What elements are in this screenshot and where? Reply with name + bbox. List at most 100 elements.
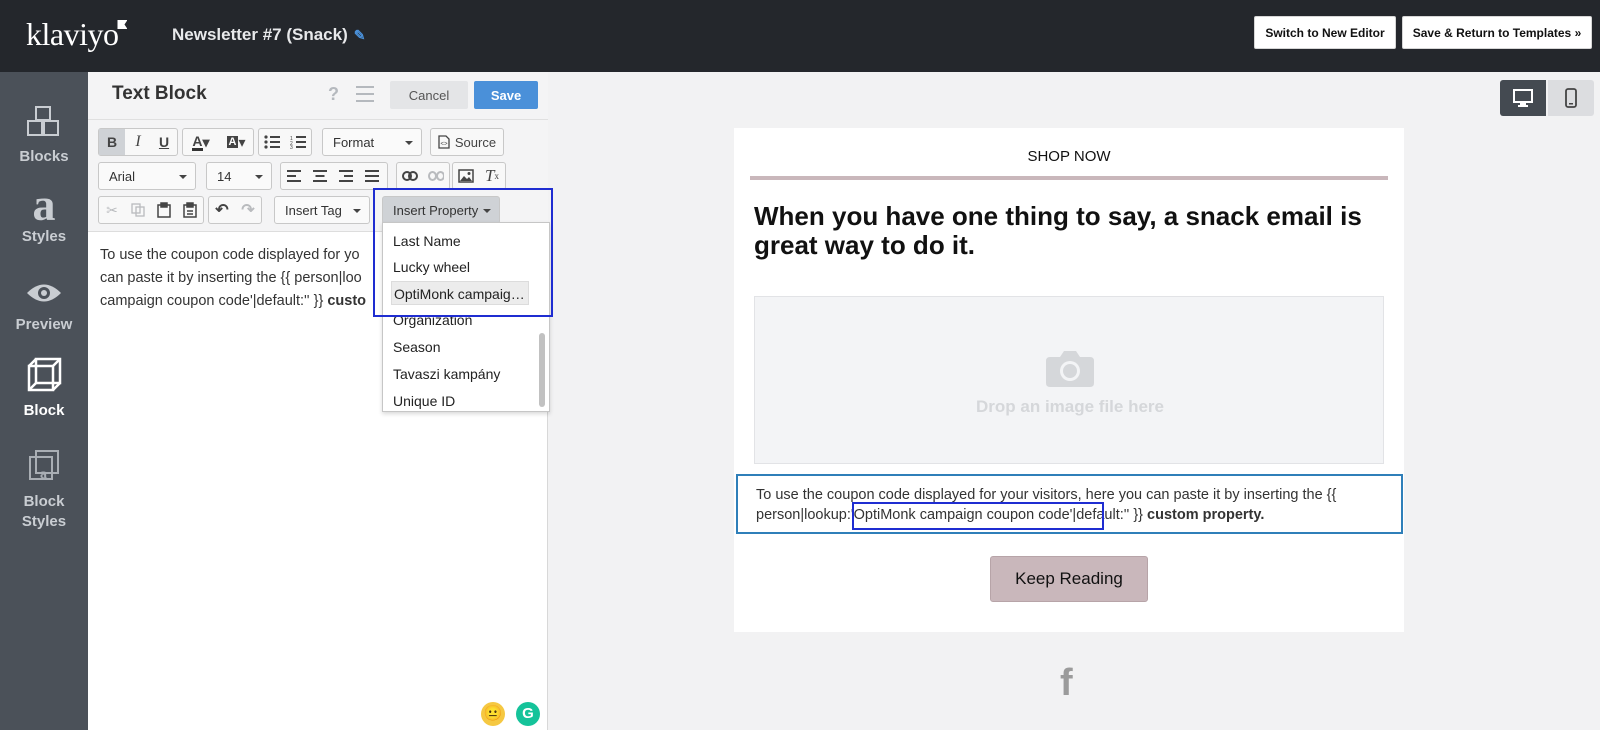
- emoji-icon[interactable]: 😐: [481, 702, 505, 726]
- email-headline[interactable]: When you have one thing to say, a snack …: [754, 202, 1384, 260]
- italic-icon[interactable]: I: [125, 129, 151, 155]
- keep-reading-button[interactable]: Keep Reading: [990, 556, 1148, 602]
- bulleted-list-icon[interactable]: [259, 129, 285, 155]
- font-family-select[interactable]: Arial: [98, 162, 196, 190]
- source-group: <> Source: [430, 128, 504, 156]
- source-label: Source: [454, 134, 497, 150]
- text-block-content: To use the coupon code displayed for you…: [756, 485, 1396, 525]
- nav-label-styles: Styles: [21, 228, 67, 245]
- divider: [750, 176, 1388, 180]
- unlink-icon[interactable]: [423, 163, 449, 189]
- nav-item-block[interactable]: Block: [0, 356, 88, 419]
- align-center-icon[interactable]: [307, 163, 333, 189]
- shop-now-link[interactable]: SHOP NOW: [734, 148, 1404, 165]
- cancel-button[interactable]: Cancel: [390, 81, 468, 109]
- paste-icon[interactable]: [151, 197, 177, 223]
- paste-text-icon[interactable]: [177, 197, 203, 223]
- font-size-value: 14: [217, 168, 232, 184]
- bold-icon[interactable]: B: [99, 129, 125, 155]
- nav-item-preview[interactable]: Preview: [0, 278, 88, 333]
- dropdown-item-highlighted[interactable]: OptiMonk campaign coupon code: [391, 281, 529, 305]
- cube-icon: [27, 357, 62, 392]
- insert-property-select[interactable]: Insert Property: [382, 196, 500, 224]
- blocks-icon: [27, 106, 59, 136]
- text-color-icon[interactable]: A ▾: [183, 129, 219, 155]
- menu-icon[interactable]: [356, 86, 374, 102]
- nav-item-styles[interactable]: a Styles: [0, 182, 88, 246]
- desktop-view-button[interactable]: [1500, 80, 1546, 116]
- underline-icon[interactable]: U: [151, 129, 177, 155]
- dropdown-item[interactable]: Season: [391, 335, 529, 359]
- document-title-text: Newsletter #7 (Snack): [172, 25, 348, 44]
- dropdown-scrollbar[interactable]: [539, 333, 545, 407]
- editor-body-line-3: campaign coupon code'|default:'' }} cust…: [100, 290, 400, 313]
- cut-icon[interactable]: ✂: [99, 197, 125, 223]
- selected-text-block[interactable]: To use the coupon code displayed for you…: [736, 474, 1403, 534]
- insert-tag-label: Insert Tag: [285, 202, 342, 218]
- text-block-line-2c: |default:'' }}: [1072, 507, 1148, 523]
- format-label: Format: [333, 134, 375, 150]
- nav-label-block: Block: [23, 402, 65, 419]
- block-styles-icon: a: [29, 450, 59, 482]
- clear-formatting-icon[interactable]: Tx: [479, 163, 505, 189]
- rich-text-toolbar: B I U A▾ A▾ 123 Format <> Source Arial: [88, 120, 548, 232]
- nav-label-preview: Preview: [15, 316, 73, 333]
- nav-item-block-styles[interactable]: a Block Styles: [0, 448, 88, 532]
- background-color-icon[interactable]: A ▾: [219, 129, 253, 155]
- font-family-value: Arial: [109, 168, 136, 184]
- top-bar: klaviyo Newsletter #7 (Snack) ✎ Switch to…: [0, 0, 1600, 72]
- pencil-icon[interactable]: ✎: [354, 27, 366, 44]
- insert-property-label: Insert Property: [393, 202, 479, 218]
- insert-group: Tx: [452, 162, 506, 190]
- format-select[interactable]: Format: [322, 128, 422, 156]
- logo-flag-icon: [117, 20, 128, 29]
- dropdown-item[interactable]: Tavaszi kampány: [391, 362, 529, 386]
- nav-label-blocks: Blocks: [19, 148, 69, 165]
- nav-label-block-styles: Block Styles: [21, 493, 67, 530]
- redo-icon[interactable]: ↷: [235, 197, 261, 223]
- editor-body-line-2: can paste it by inserting the {{ person|…: [100, 270, 362, 286]
- facebook-icon[interactable]: f: [1060, 662, 1073, 705]
- dropdown-item[interactable]: Last Name: [391, 229, 529, 253]
- numbered-list-icon[interactable]: 123: [285, 129, 311, 155]
- align-justify-icon[interactable]: [359, 163, 385, 189]
- desktop-icon: [1513, 89, 1533, 107]
- svg-text:a: a: [40, 467, 47, 482]
- document-title[interactable]: Newsletter #7 (Snack) ✎: [172, 25, 365, 45]
- editor-title: Text Block: [112, 83, 207, 104]
- mobile-view-button[interactable]: [1548, 80, 1594, 116]
- insert-property-dropdown: Last Name Lucky wheel OptiMonk campaign …: [382, 222, 550, 412]
- text-block-property: 'OptiMonk campaign coupon code': [850, 507, 1073, 523]
- editor-body-text[interactable]: To use the coupon code displayed for yo …: [100, 244, 400, 313]
- text-block-line-2d: custom property.: [1147, 507, 1265, 523]
- left-nav: Blocks a Styles Preview Block a Block St…: [0, 72, 88, 730]
- copy-icon[interactable]: [125, 197, 151, 223]
- help-icon[interactable]: ?: [328, 84, 339, 105]
- font-size-select[interactable]: 14: [206, 162, 272, 190]
- insert-tag-select[interactable]: Insert Tag: [274, 196, 370, 224]
- text-block-line-1: To use the coupon code displayed for you…: [756, 487, 1337, 503]
- color-group: A ▾ A ▾: [182, 128, 254, 156]
- image-icon[interactable]: [453, 163, 479, 189]
- grammarly-icon[interactable]: G: [516, 702, 540, 726]
- text-block-line-2a: person|lookup:: [756, 507, 851, 523]
- switch-to-new-editor-button[interactable]: Switch to New Editor: [1254, 16, 1396, 49]
- mobile-icon: [1565, 88, 1577, 108]
- svg-text:<>: <>: [440, 142, 448, 148]
- camera-icon: [1046, 351, 1094, 387]
- align-right-icon[interactable]: [333, 163, 359, 189]
- save-button[interactable]: Save: [474, 81, 538, 109]
- link-icon[interactable]: [397, 163, 423, 189]
- align-left-icon[interactable]: [281, 163, 307, 189]
- nav-item-blocks[interactable]: Blocks: [0, 104, 88, 165]
- undo-icon[interactable]: ↶: [209, 197, 235, 223]
- save-and-return-button[interactable]: Save & Return to Templates »: [1402, 16, 1592, 49]
- dropdown-item[interactable]: Organization: [391, 308, 529, 332]
- klaviyo-logo[interactable]: klaviyo: [26, 16, 128, 53]
- dropdown-item[interactable]: Lucky wheel: [391, 255, 529, 279]
- source-icon[interactable]: <> Source: [431, 129, 503, 155]
- link-group: [396, 162, 450, 190]
- history-group: ↶ ↷: [208, 196, 262, 224]
- image-drop-zone[interactable]: Drop an image file here: [754, 296, 1384, 464]
- dropdown-item[interactable]: Unique ID: [391, 389, 529, 411]
